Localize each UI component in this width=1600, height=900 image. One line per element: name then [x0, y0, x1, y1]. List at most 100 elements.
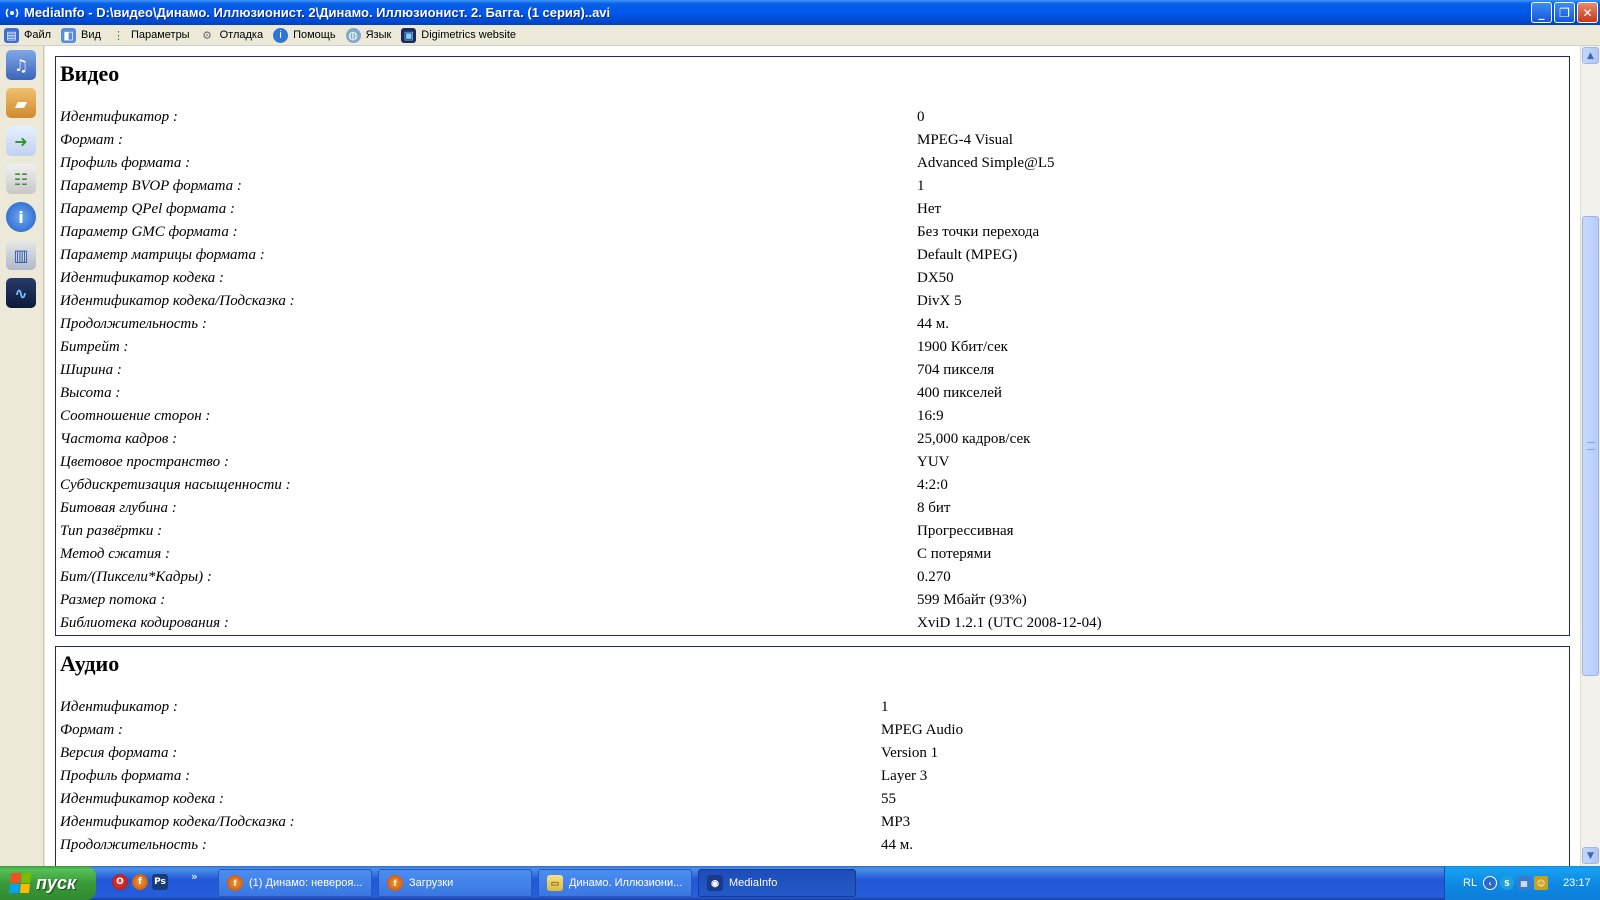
- field-label: Битовая глубина :: [60, 500, 177, 516]
- export-button[interactable]: ➜: [4, 124, 38, 158]
- photoshop-icon[interactable]: Ps: [152, 874, 168, 890]
- field-label: Продолжительность :: [60, 316, 207, 332]
- open-folder-button[interactable]: ▰: [4, 86, 38, 120]
- field-label: Идентификатор кодека :: [60, 791, 224, 807]
- section-title-audio: Аудио: [60, 651, 120, 676]
- firefox-icon[interactable]: f: [132, 874, 148, 890]
- field-value: С потерями: [917, 546, 992, 562]
- audio-section: Аудио Идентификатор : 1 Формат : MPEG Audio…: [55, 646, 1570, 866]
- field-value: 8 бит: [917, 500, 951, 516]
- field-value: 55: [881, 791, 896, 807]
- field-label: Профиль формата :: [60, 768, 191, 784]
- maximize-button[interactable]: ❐: [1554, 2, 1575, 23]
- menu-label: Помощь: [293, 29, 336, 41]
- field-label: Размер потока :: [60, 592, 166, 608]
- scroll-thumb[interactable]: [1582, 216, 1599, 676]
- task-label: MediaInfo: [729, 877, 778, 889]
- opera-icon[interactable]: O: [112, 874, 128, 890]
- field-value: 0: [917, 109, 925, 125]
- field-label: Высота :: [60, 385, 121, 401]
- field-value: Layer 3: [881, 768, 928, 784]
- menu-file[interactable]: ▤ Файл: [0, 26, 57, 45]
- field-value: Прогрессивная: [917, 523, 1014, 539]
- video-info-row: Параметр матрицы формата : Default (MPEG): [60, 245, 1565, 268]
- menu-view[interactable]: ◧ Вид: [57, 26, 107, 45]
- taskbar-task-downloads[interactable]: f Загрузки: [378, 869, 532, 897]
- video-info-row: Тип развёртки : Прогрессивная: [60, 521, 1565, 544]
- field-label: Параметр BVOP формата :: [60, 178, 242, 194]
- field-label: Параметр QPel формата :: [60, 201, 236, 217]
- task-label: (1) Динамо: невероя...: [249, 877, 363, 889]
- video-info-row: Параметр QPel формата : Нет: [60, 199, 1565, 222]
- field-value: MP3: [881, 814, 911, 830]
- field-label: Битрейт :: [60, 339, 129, 355]
- field-value: 400 пикселей: [917, 385, 1002, 401]
- taskbar-task-firefox-dinamo[interactable]: f (1) Динамо: невероя...: [218, 869, 372, 897]
- file-icon: ▤: [4, 27, 19, 43]
- menu-digimetrics-website[interactable]: ▣ Digimetrics website: [397, 26, 522, 45]
- menu-options[interactable]: ⋮ Параметры: [107, 26, 196, 45]
- field-value: 25,000 кадров/сек: [917, 431, 1031, 447]
- scroll-up-button[interactable]: ▲: [1582, 47, 1599, 64]
- scroll-down-button[interactable]: ▼: [1582, 847, 1599, 864]
- field-value: Без точки перехода: [917, 224, 1040, 240]
- field-value: 599 Мбайт (93%): [917, 592, 1027, 608]
- audio-info-row: Идентификатор кодека : 55: [60, 789, 1565, 812]
- menu-language[interactable]: ◍ Язык: [342, 26, 398, 45]
- video-info-row: Профиль формата : Advanced Simple@L5: [60, 153, 1565, 176]
- menu-help[interactable]: i Помощь: [269, 26, 342, 45]
- video-info-row: Цветовое пространство : YUV: [60, 452, 1565, 475]
- tray-expand-icon[interactable]: ‹: [1483, 876, 1498, 890]
- open-file-button[interactable]: ♫: [4, 48, 38, 82]
- vertical-scrollbar[interactable]: ▲ ▼: [1580, 46, 1600, 866]
- field-label: Библиотека кодирования :: [60, 615, 229, 631]
- scroll-grip: [1587, 442, 1595, 450]
- field-value: 4:2:0: [917, 477, 948, 493]
- skype-icon[interactable]: S: [1500, 876, 1515, 890]
- field-label: Идентификатор кодека/Подсказка :: [60, 814, 295, 830]
- field-value: 0.270: [917, 569, 951, 585]
- video-info-row: Частота кадров : 25,000 кадров/сек: [60, 429, 1565, 452]
- mediainfo-app-icon: [4, 5, 20, 21]
- field-label: Продолжительность :: [60, 837, 207, 853]
- left-toolbar: ♫ ▰ ➜ ☷ i ▥ ∿: [0, 46, 44, 866]
- minimize-button[interactable]: _: [1531, 2, 1552, 23]
- digimetrics-button[interactable]: ∿: [4, 276, 38, 310]
- language-indicator[interactable]: RL: [1463, 877, 1477, 889]
- close-button[interactable]: ✕: [1577, 2, 1598, 23]
- field-label: Параметр GMC формата :: [60, 224, 238, 240]
- title-bar[interactable]: MediaInfo - D:\видео\Динамо. Иллюзионист…: [0, 0, 1600, 25]
- field-label: Формат :: [60, 722, 123, 738]
- open-file-icon: ♫: [6, 50, 36, 80]
- about-button[interactable]: i: [4, 200, 38, 234]
- video-info-row: Идентификатор кодека/Подсказка : DivX 5: [60, 291, 1565, 314]
- menu-label: Язык: [365, 29, 392, 41]
- user-tray-icon[interactable]: ☺: [1534, 876, 1549, 890]
- preferences-button[interactable]: ☷: [4, 162, 38, 196]
- quick-launch-more-button[interactable]: »: [191, 870, 198, 883]
- menu-debug[interactable]: ⚙ Отладка: [196, 26, 269, 45]
- audio-info-row: Идентификатор : 1: [60, 697, 1565, 720]
- start-button[interactable]: пуск: [0, 866, 96, 900]
- export-icon: ➜: [6, 126, 36, 156]
- knowledge-base-button[interactable]: ▥: [4, 238, 38, 272]
- video-info-row: Идентификатор : 0: [60, 107, 1565, 130]
- video-info-row: Субдискретизация насыщенности : 4:2:0: [60, 475, 1565, 498]
- network-icon[interactable]: ▦: [1517, 876, 1532, 890]
- audio-info-row: Идентификатор кодека/Подсказка : MP3: [60, 812, 1565, 835]
- video-info-row: Битрейт : 1900 Кбит/сек: [60, 337, 1565, 360]
- taskbar-task-mediainfo[interactable]: ◉ MediaInfo: [698, 869, 856, 897]
- info-content-area[interactable]: Видео Идентификатор : 0 Формат : MPEG-4 Vis…: [45, 46, 1580, 866]
- folder-icon: ▭: [547, 875, 563, 891]
- menu-label: Файл: [24, 29, 52, 41]
- video-info-row: Битовая глубина : 8 бит: [60, 498, 1565, 521]
- video-info-row: Соотношение сторон : 16:9: [60, 406, 1565, 429]
- taskbar-task-folder[interactable]: ▭ Динамо. Иллюзиони...: [538, 869, 692, 897]
- menu-bar: ▤ Файл ◧ Вид ⋮ Параметры ⚙ Отладка i Пом…: [0, 25, 1600, 46]
- window-controls: _ ❐ ✕: [1531, 2, 1598, 23]
- audio-info-row: Профиль формата : Layer 3: [60, 766, 1565, 789]
- field-label: Тип развёртки :: [60, 523, 163, 539]
- quick-launch: O f Ps: [112, 874, 168, 890]
- field-value: MPEG-4 Visual: [917, 132, 1013, 148]
- field-value: 44 м.: [881, 837, 913, 853]
